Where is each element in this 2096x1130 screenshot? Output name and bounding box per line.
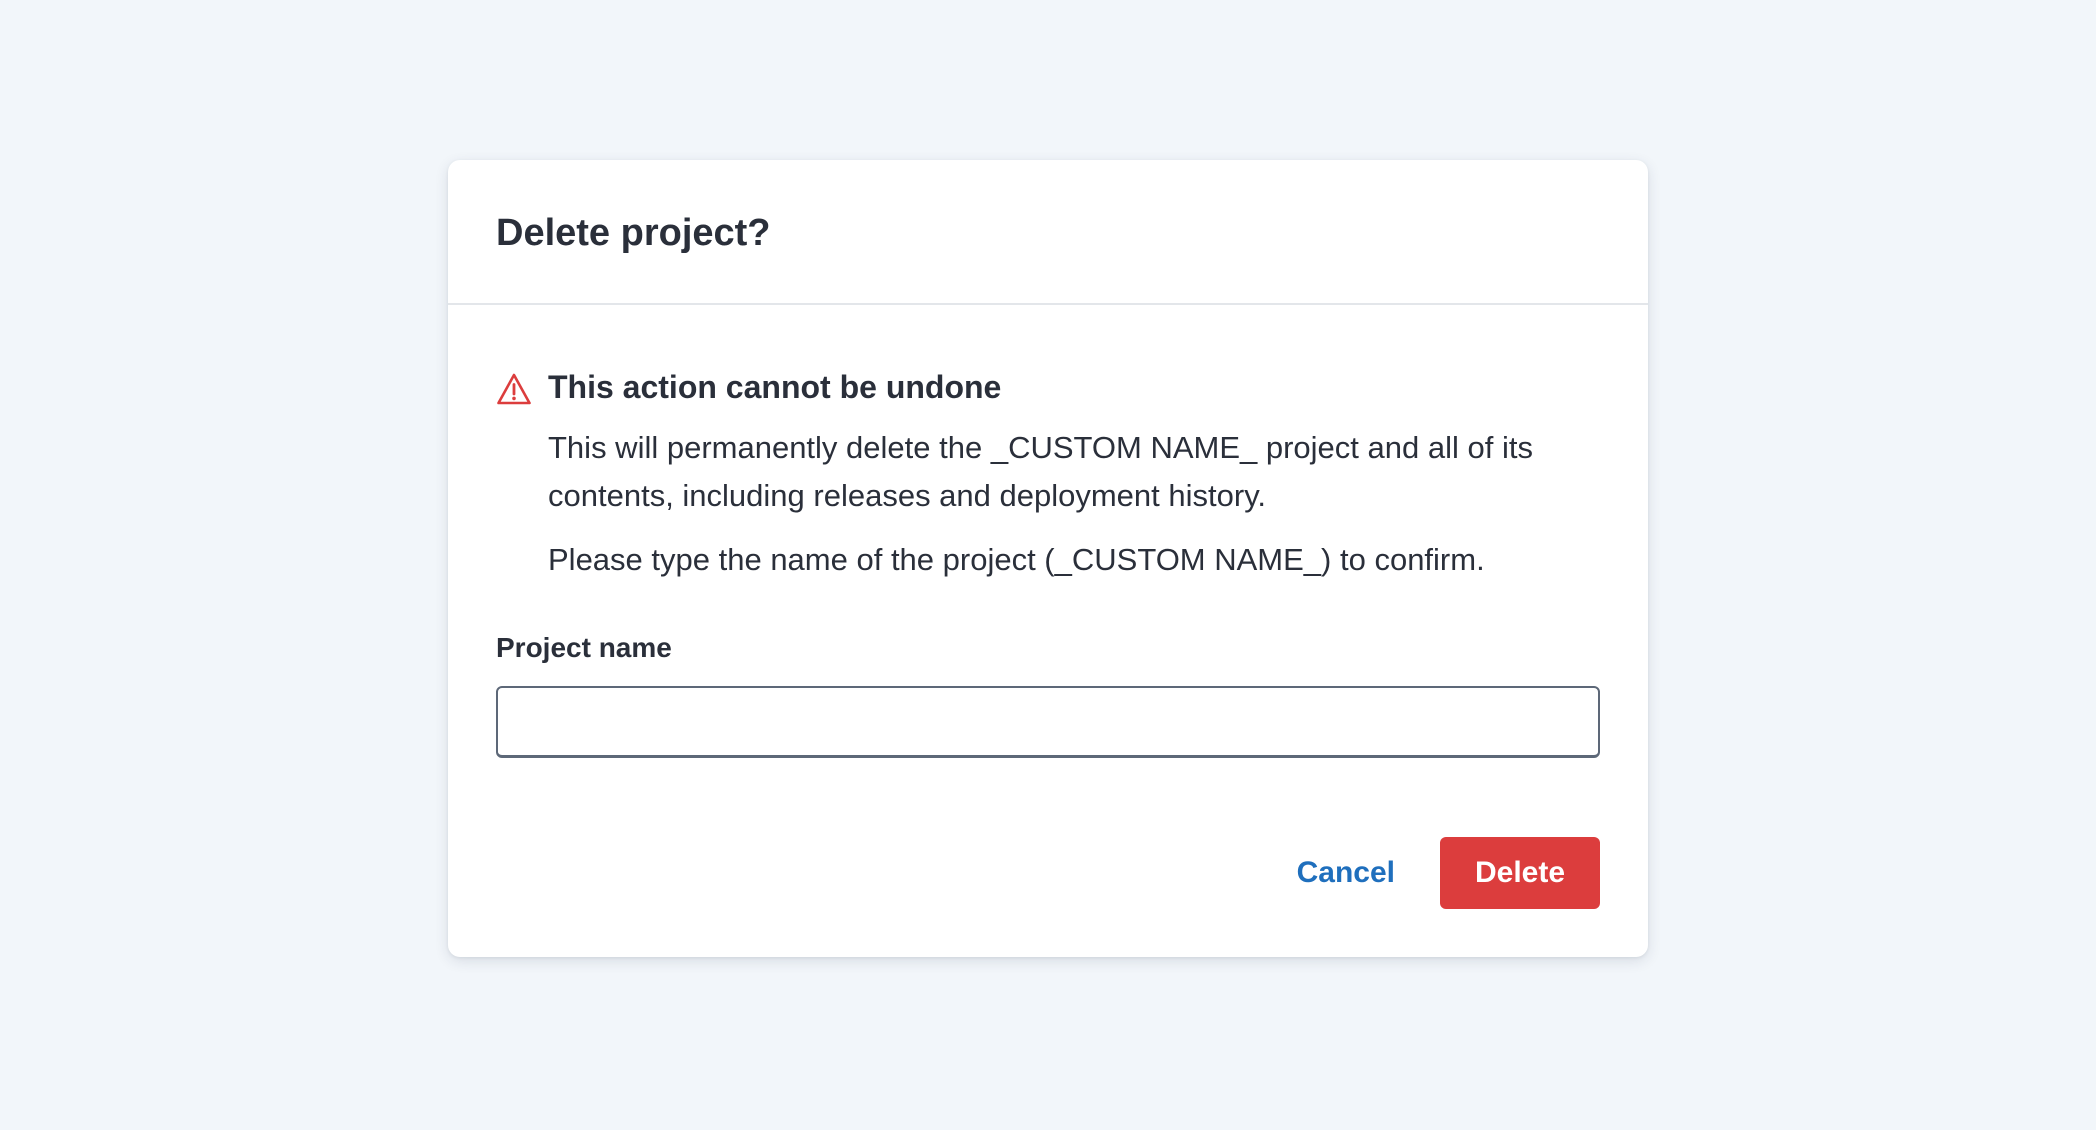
project-name-input[interactable]: [496, 686, 1600, 758]
dialog-header: Delete project?: [448, 160, 1648, 305]
dialog-body: This action cannot be undone This will p…: [448, 367, 1648, 758]
dialog-title: Delete project?: [496, 212, 771, 254]
delete-button[interactable]: Delete: [1440, 837, 1600, 909]
warning-triangle-icon: [497, 373, 531, 405]
dialog-actions: Cancel Delete: [1297, 837, 1600, 909]
cancel-button[interactable]: Cancel: [1297, 856, 1395, 890]
warning-callout: This action cannot be undone This will p…: [496, 367, 1600, 584]
warning-title: This action cannot be undone: [548, 369, 1002, 405]
confirm-instruction: Please type the name of the project (_CU…: [548, 542, 1485, 577]
project-name-label: Project name: [496, 632, 672, 663]
delete-project-dialog: Delete project? This action cannot be un…: [448, 160, 1648, 957]
warning-message: This will permanently delete the _CUSTOM…: [548, 430, 1533, 513]
